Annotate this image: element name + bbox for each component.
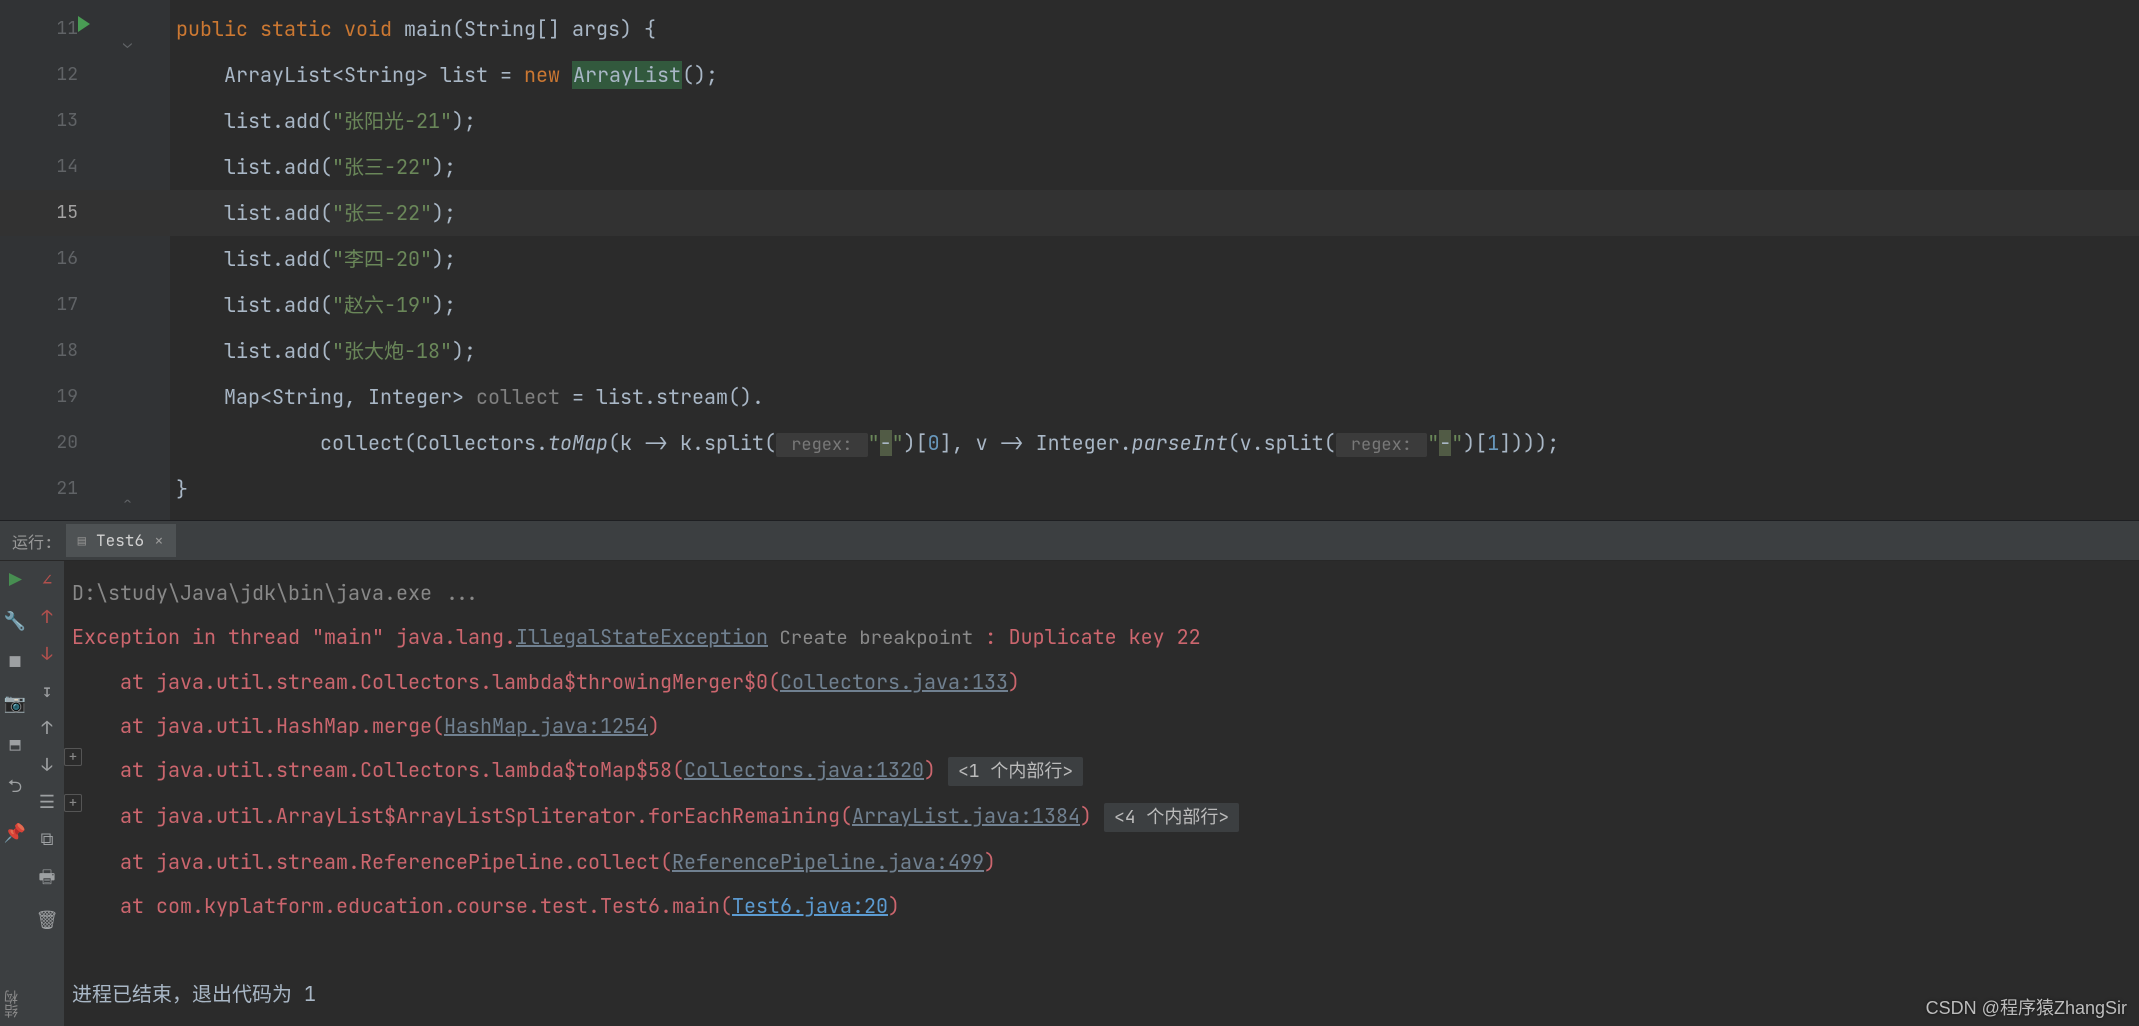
internal-frames-pill[interactable]: <1 个内部行> xyxy=(948,757,1083,786)
editor-area: 11⌄12131415161718192021⌃ public static v… xyxy=(0,0,2139,520)
line-number[interactable]: 16 xyxy=(0,236,170,282)
line-number[interactable]: 17 xyxy=(0,282,170,328)
stack-frame: at java.util.HashMap.merge(HashMap.java:… xyxy=(72,704,2131,748)
print-icon[interactable]: 🖶 xyxy=(39,865,56,895)
watermark: CSDN @程序猿ZhangSir xyxy=(1926,994,2127,1020)
sort-icon[interactable]: ↧ xyxy=(42,680,53,703)
down-red-icon[interactable]: ↓ xyxy=(42,643,53,666)
line-number[interactable]: 13 xyxy=(0,98,170,144)
run-tab-icon: ▤ xyxy=(78,532,86,550)
stack-source-link[interactable]: Collectors.java:133 xyxy=(780,669,1008,695)
up-icon[interactable]: ↑ xyxy=(42,717,53,740)
run-icon[interactable] xyxy=(9,569,22,592)
code-line[interactable]: list.add("赵六-19"); xyxy=(170,282,2139,328)
line-number[interactable]: 21⌃ xyxy=(0,466,170,512)
stop-icon[interactable]: ■ xyxy=(10,651,21,674)
code-line[interactable]: list.add("张三-22"); xyxy=(170,144,2139,190)
stack-frame: + at java.util.ArrayList$ArrayListSplite… xyxy=(72,794,2131,840)
editor-code[interactable]: public static void main(String[] args) {… xyxy=(170,0,2139,520)
tree-icon[interactable]: ☰ xyxy=(39,791,55,814)
stack-frame: at java.util.stream.Collectors.lambda$th… xyxy=(72,660,2131,704)
stack-source-link[interactable]: Test6.java:20 xyxy=(732,893,888,919)
mute-icon[interactable]: ⧉ xyxy=(41,828,54,851)
stack-source-link[interactable]: ReferencePipeline.java:499 xyxy=(672,849,984,875)
create-breakpoint-link[interactable]: Create breakpoint xyxy=(768,625,985,650)
code-line[interactable]: list.add("张三-22"); xyxy=(170,190,2139,236)
process-exit-line: 进程已结束，退出代码为 1 xyxy=(72,972,2131,1016)
stack-frame: at com.kyplatform.education.course.test.… xyxy=(72,884,2131,928)
down-icon[interactable]: ↓ xyxy=(42,754,53,777)
console-cmd: D:\study\Java\jdk\bin\java.exe ... xyxy=(72,571,2131,615)
exception-line: Exception in thread "main" java.lang.Ill… xyxy=(72,615,2131,660)
stack-source-link[interactable]: ArrayList.java:1384 xyxy=(852,803,1080,829)
line-number[interactable]: 19 xyxy=(0,374,170,420)
trash-icon[interactable]: 🗑 xyxy=(36,909,59,932)
back-icon[interactable]: ⮌ xyxy=(8,774,22,804)
stack-source-link[interactable]: Collectors.java:1320 xyxy=(684,757,924,783)
code-line[interactable]: ArrayList<String> list = new ArrayList()… xyxy=(170,52,2139,98)
wrench-icon[interactable]: 🔧 xyxy=(4,610,26,633)
run-tab[interactable]: ▤ Test6 × xyxy=(66,524,176,557)
expand-icon[interactable]: + xyxy=(64,794,82,812)
line-number[interactable]: 12 xyxy=(0,52,170,98)
code-line[interactable]: list.add("李四-20"); xyxy=(170,236,2139,282)
run-tab-name: Test6 xyxy=(96,530,144,551)
line-number[interactable]: 18 xyxy=(0,328,170,374)
fold-icon[interactable]: ⌄ xyxy=(118,20,132,34)
stack-frame: at java.util.stream.ReferencePipeline.co… xyxy=(72,840,2131,884)
up-red-icon[interactable]: ↑ xyxy=(42,606,53,629)
stack-frame: + at java.util.stream.Collectors.lambda$… xyxy=(72,748,2131,794)
line-number[interactable]: 15 xyxy=(0,190,170,236)
code-line[interactable]: collect(Collectors.toMap(k -> k.split( r… xyxy=(170,420,2139,466)
layout-icon[interactable]: ⬒ xyxy=(10,733,21,756)
run-title-label: 运行: xyxy=(0,529,66,553)
run-toolbar-secondary: ∠ ↑ ↓ ↧ ↑ ↓ ☰ ⧉ 🖶 🗑 xyxy=(30,561,64,1026)
exception-class-link[interactable]: IllegalStateException xyxy=(516,624,768,650)
code-line[interactable]: list.add("张大炮-18"); xyxy=(170,328,2139,374)
code-line[interactable]: public static void main(String[] args) { xyxy=(170,6,2139,52)
code-line[interactable]: } xyxy=(170,466,2139,512)
code-line[interactable]: list.add("张阳光-21"); xyxy=(170,98,2139,144)
fold-icon[interactable]: ⌃ xyxy=(118,480,132,494)
structure-stripe-label[interactable]: 结构 xyxy=(2,990,22,1018)
internal-frames-pill[interactable]: <4 个内部行> xyxy=(1104,803,1239,832)
stack-source-link[interactable]: HashMap.java:1254 xyxy=(444,713,648,739)
pin-icon[interactable]: 📌 xyxy=(4,822,26,845)
run-gutter-icon[interactable] xyxy=(78,16,90,32)
expand-icon[interactable]: + xyxy=(64,748,82,766)
console-output[interactable]: D:\study\Java\jdk\bin\java.exe ...Except… xyxy=(64,561,2139,1026)
line-number[interactable]: 14 xyxy=(0,144,170,190)
line-number[interactable]: 11⌄ xyxy=(0,6,170,52)
line-number[interactable]: 20 xyxy=(0,420,170,466)
run-tool-window: 运行: ▤ Test6 × 🔧 ■ 📷 ⬒ ⮌ 📌 ∠ ↑ ↓ ↧ ↑ ↓ ☰ ⧉ 🖶 🗑 D:\study… xyxy=(0,520,2139,1026)
run-toolbar-primary: 🔧 ■ 📷 ⬒ ⮌ 📌 xyxy=(0,561,30,1026)
close-icon[interactable]: × xyxy=(154,530,164,551)
diff-icon[interactable]: ∠ xyxy=(42,569,53,592)
code-line[interactable]: Map<String, Integer> collect = list.stre… xyxy=(170,374,2139,420)
camera-icon[interactable]: 📷 xyxy=(4,692,26,715)
editor-gutter: 11⌄12131415161718192021⌃ xyxy=(0,0,170,520)
run-header: 运行: ▤ Test6 × xyxy=(0,521,2139,561)
